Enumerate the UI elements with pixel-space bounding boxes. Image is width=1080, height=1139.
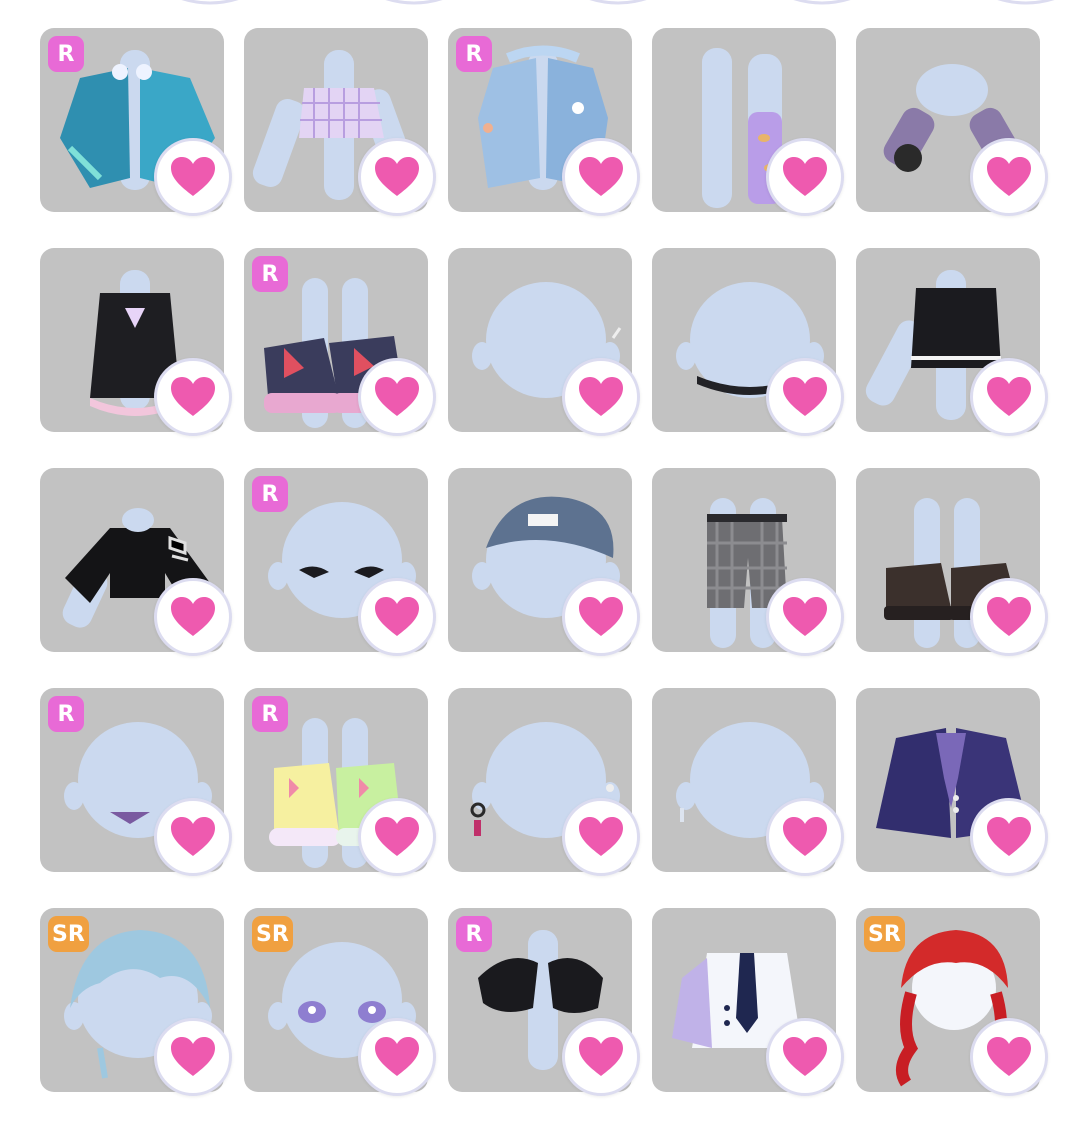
wardrobe-item[interactable] (856, 468, 1048, 656)
rarity-badge: R (252, 696, 288, 732)
wardrobe-item[interactable] (652, 688, 844, 876)
heart-icon (375, 157, 419, 196)
favorite-button[interactable] (766, 138, 844, 216)
rarity-badge: R (456, 36, 492, 72)
wardrobe-item[interactable] (40, 468, 232, 656)
wardrobe-item[interactable]: SR (40, 908, 232, 1096)
heart-icon (375, 377, 419, 416)
wardrobe-item[interactable] (244, 28, 436, 216)
heart-icon (783, 1037, 827, 1076)
wardrobe-item[interactable] (856, 248, 1048, 436)
wardrobe-item[interactable] (652, 908, 844, 1096)
wardrobe-item[interactable] (40, 248, 232, 436)
favorite-button[interactable] (154, 138, 232, 216)
wardrobe-item[interactable] (856, 688, 1048, 876)
wardrobe-item[interactable] (856, 28, 1048, 216)
wardrobe-item[interactable]: R (448, 908, 640, 1096)
heart-icon (783, 817, 827, 856)
previous-row-edge (181, 0, 1055, 5)
wardrobe-item[interactable] (448, 248, 640, 436)
favorite-button[interactable] (154, 578, 232, 656)
heart-icon (171, 377, 215, 416)
rarity-badge: R (48, 36, 84, 72)
favorite-button[interactable] (358, 138, 436, 216)
wardrobe-item[interactable]: R (244, 688, 436, 876)
wardrobe-grid: R R R R R R SR SR R SR (40, 28, 1048, 1096)
rarity-badge: R (252, 476, 288, 512)
favorite-button[interactable] (562, 798, 640, 876)
wardrobe-item[interactable] (652, 468, 844, 656)
favorite-button[interactable] (358, 1018, 436, 1096)
favorite-button[interactable] (970, 1018, 1048, 1096)
wardrobe-item[interactable]: SR (856, 908, 1048, 1096)
heart-icon (579, 597, 623, 636)
favorite-button[interactable] (766, 1018, 844, 1096)
rarity-badge: SR (864, 916, 905, 952)
rarity-badge: R (252, 256, 288, 292)
favorite-button[interactable] (970, 358, 1048, 436)
wardrobe-item[interactable] (652, 248, 844, 436)
wardrobe-item[interactable]: R (244, 248, 436, 436)
favorite-button[interactable] (970, 578, 1048, 656)
heart-icon (171, 1037, 215, 1076)
heart-icon (171, 817, 215, 856)
favorite-button[interactable] (358, 578, 436, 656)
favorite-button[interactable] (154, 1018, 232, 1096)
heart-icon (783, 377, 827, 416)
favorite-button[interactable] (970, 138, 1048, 216)
favorite-button[interactable] (562, 138, 640, 216)
heart-icon (579, 817, 623, 856)
heart-icon (171, 597, 215, 636)
heart-icon (987, 377, 1031, 416)
heart-icon (579, 1037, 623, 1076)
wardrobe-item[interactable] (448, 468, 640, 656)
rarity-badge: R (456, 916, 492, 952)
heart-icon (987, 597, 1031, 636)
heart-icon (987, 1037, 1031, 1076)
favorite-button[interactable] (766, 798, 844, 876)
heart-icon (579, 157, 623, 196)
favorite-button[interactable] (154, 358, 232, 436)
favorite-button[interactable] (562, 358, 640, 436)
heart-icon (375, 1037, 419, 1076)
heart-icon (987, 157, 1031, 196)
rarity-badge: SR (252, 916, 293, 952)
favorite-button[interactable] (562, 1018, 640, 1096)
favorite-button[interactable] (766, 578, 844, 656)
wardrobe-item[interactable] (448, 688, 640, 876)
favorite-button[interactable] (562, 578, 640, 656)
wardrobe-item[interactable]: R (40, 688, 232, 876)
heart-icon (375, 597, 419, 636)
heart-icon (375, 817, 419, 856)
heart-icon (987, 817, 1031, 856)
favorite-button[interactable] (766, 358, 844, 436)
wardrobe-item[interactable]: R (40, 28, 232, 216)
heart-icon (171, 157, 215, 196)
favorite-button[interactable] (154, 798, 232, 876)
wardrobe-item[interactable]: SR (244, 908, 436, 1096)
rarity-badge: SR (48, 916, 89, 952)
wardrobe-item[interactable] (652, 28, 844, 216)
wardrobe-item[interactable]: R (244, 468, 436, 656)
heart-icon (783, 597, 827, 636)
favorite-button[interactable] (358, 798, 436, 876)
wardrobe-item[interactable]: R (448, 28, 640, 216)
favorite-button[interactable] (358, 358, 436, 436)
favorite-button[interactable] (970, 798, 1048, 876)
rarity-badge: R (48, 696, 84, 732)
heart-icon (579, 377, 623, 416)
heart-icon (783, 157, 827, 196)
